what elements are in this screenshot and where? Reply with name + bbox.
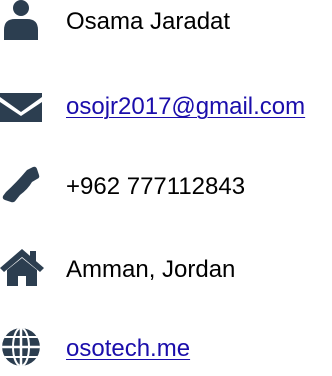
email-link[interactable]: osojr2017@gmail.com: [66, 93, 305, 121]
contact-row-website: osotech.me: [0, 327, 332, 367]
contact-location: Amman, Jordan: [66, 256, 236, 283]
contact-row-location: Amman, Jordan: [0, 248, 332, 288]
contact-name: Osama Jaradat: [66, 8, 231, 35]
contact-row-email: osojr2017@gmail.com: [0, 85, 332, 125]
contact-row-phone: +962 777112843: [0, 165, 332, 205]
website-link[interactable]: osotech.me: [66, 335, 190, 363]
globe-icon: [0, 327, 44, 367]
contact-row-name: Osama Jaradat: [0, 0, 332, 40]
user-icon: [0, 0, 44, 40]
contact-phone: +962 777112843: [66, 173, 246, 200]
home-icon: [0, 248, 44, 288]
phone-icon: [0, 165, 44, 205]
envelope-icon: [0, 85, 44, 125]
